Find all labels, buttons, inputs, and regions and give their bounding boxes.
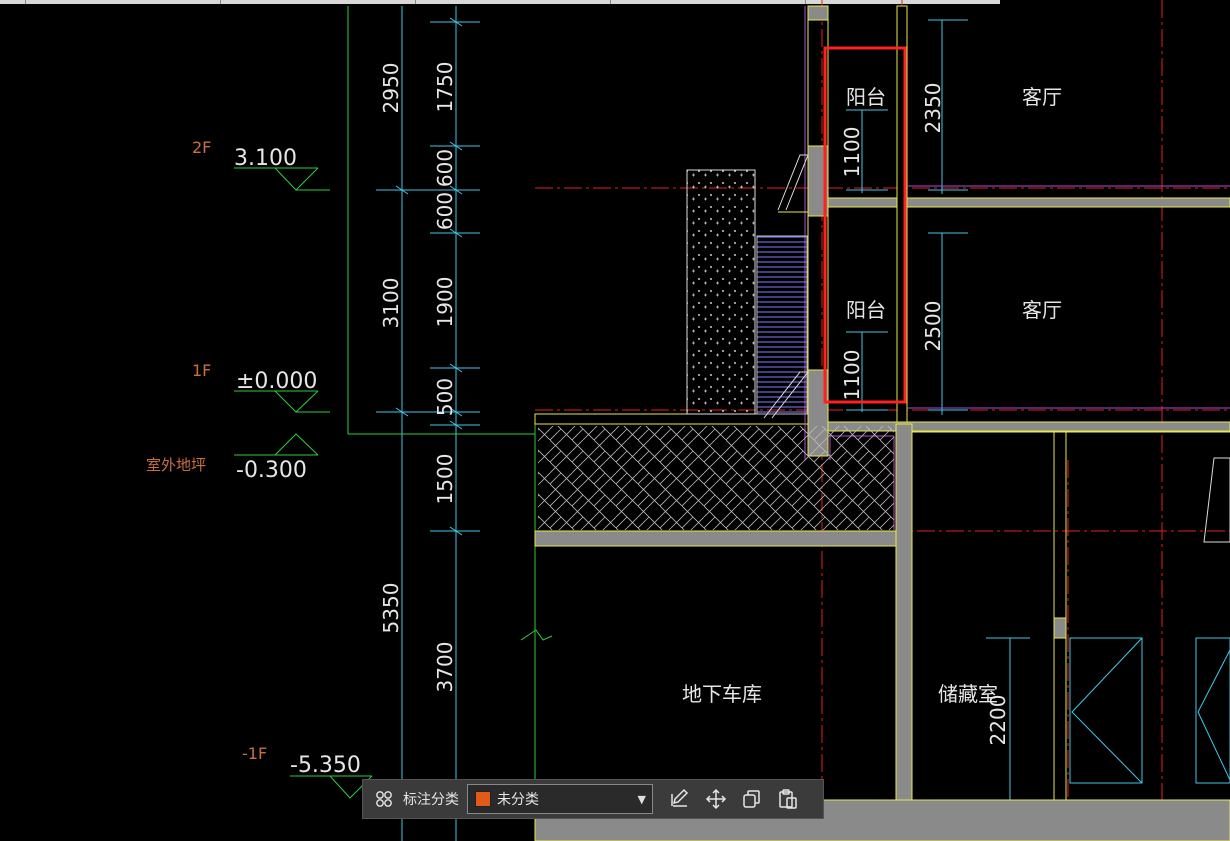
level-name-b1: -1F bbox=[242, 744, 267, 763]
section-drawing: 2F 3.100 1F ±0.000 室外地坪 -0.300 -1F -5.35… bbox=[146, 0, 1230, 841]
dim-outer-3: 5350 bbox=[379, 583, 403, 634]
level-value-b1: -5.350 bbox=[290, 753, 361, 778]
room-living-lower: 客厅 bbox=[1022, 298, 1062, 322]
dim-inner-7: 3700 bbox=[433, 642, 457, 693]
room-garage: 地下车库 bbox=[682, 682, 762, 706]
level-value-ground: -0.300 bbox=[236, 458, 307, 483]
stair bbox=[756, 235, 808, 415]
dim-room-upper: 2350 bbox=[921, 83, 945, 134]
room-storage: 储藏室 bbox=[938, 682, 998, 706]
copy-icon[interactable] bbox=[739, 786, 765, 812]
dim-inner-1: 1750 bbox=[433, 62, 457, 113]
dim-balcony-lower: 1100 bbox=[840, 350, 864, 401]
move-icon[interactable] bbox=[703, 786, 729, 812]
room-balcony-upper: 阳台 bbox=[846, 85, 886, 109]
level-value-2f: 3.100 bbox=[234, 146, 297, 171]
room-balcony-lower: 阳台 bbox=[846, 298, 886, 322]
doors bbox=[1069, 457, 1230, 784]
dim-inner-4: 1900 bbox=[433, 277, 457, 328]
soil-hatch bbox=[538, 426, 894, 530]
paste-icon[interactable] bbox=[775, 786, 801, 812]
dim-outer-1: 2950 bbox=[379, 63, 403, 114]
annotation-toolbar: 标注分类 未分类 ▼ bbox=[362, 779, 824, 819]
dim-room-lower: 2500 bbox=[921, 301, 945, 352]
dim-inner-6: 1500 bbox=[433, 454, 457, 505]
dim-inner-5: 500 bbox=[433, 378, 457, 416]
masonry-wall bbox=[686, 169, 756, 415]
grid-apps-icon[interactable] bbox=[371, 786, 397, 812]
dim-balcony-upper: 1100 bbox=[840, 127, 864, 178]
level-value-1f: ±0.000 bbox=[236, 369, 317, 394]
edit-icon[interactable] bbox=[667, 786, 693, 812]
dim-inner-2: 600 bbox=[433, 149, 457, 187]
cad-canvas[interactable]: 2F 3.100 1F ±0.000 室外地坪 -0.300 -1F -5.35… bbox=[0, 0, 1230, 841]
room-living-upper: 客厅 bbox=[1022, 85, 1062, 109]
category-label: 标注分类 bbox=[403, 792, 459, 808]
dim-outer-2: 3100 bbox=[379, 278, 403, 329]
dim-inner-3: 600 bbox=[433, 192, 457, 230]
structure bbox=[534, 5, 1230, 841]
level-name-1f: 1F bbox=[192, 361, 211, 380]
category-select[interactable]: 未分类 ▼ bbox=[467, 784, 653, 814]
level-name-ground: 室外地坪 bbox=[146, 456, 206, 474]
level-name-2f: 2F bbox=[192, 138, 211, 157]
category-color-swatch bbox=[475, 791, 491, 807]
category-select-value: 未分类 bbox=[497, 792, 539, 808]
level-leaders bbox=[234, 6, 553, 841]
chevron-down-icon: ▼ bbox=[637, 793, 646, 806]
